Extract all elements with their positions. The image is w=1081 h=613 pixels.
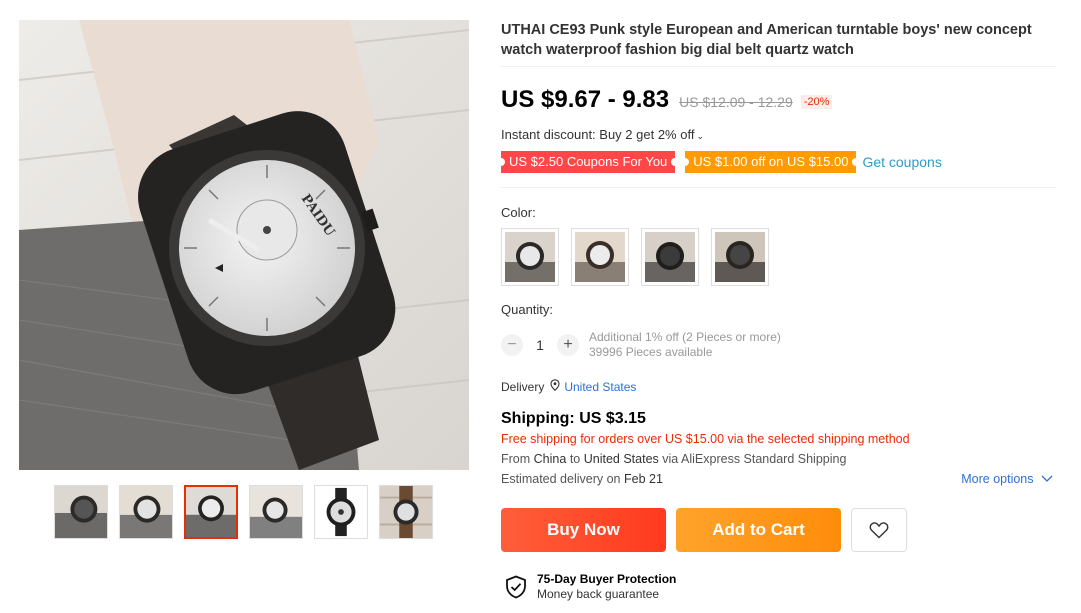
quantity-label: Quantity: <box>501 302 554 317</box>
instant-discount-label: Instant discount: Buy 2 get 2% off <box>501 127 695 142</box>
delivery-label: Delivery <box>501 379 545 394</box>
color-swatch-3[interactable] <box>641 228 699 286</box>
color-swatch-2[interactable] <box>571 228 629 286</box>
protection-subtitle: Money back guarantee <box>537 587 660 601</box>
current-price: US $9.67 - 9.83 <box>501 86 670 113</box>
heart-icon <box>869 522 889 539</box>
est-prefix: Estimated delivery on <box>501 472 621 486</box>
divider <box>501 66 1056 67</box>
to-word: to <box>569 452 581 466</box>
protection-title: 75-Day Buyer Protection <box>537 572 677 586</box>
watch-on-wrist-photo: PAIDU <box>19 20 469 470</box>
quantity-input[interactable]: 1 <box>523 337 557 353</box>
product-title: UTHAI CE93 Punk style European and Ameri… <box>501 22 1032 58</box>
quantity-increase-button[interactable]: + <box>557 334 579 356</box>
shield-check-icon <box>506 575 526 599</box>
estimated-delivery: Estimated delivery on Feb 21 <box>501 472 663 486</box>
get-coupons-link[interactable]: Get coupons <box>862 154 941 170</box>
est-date: Feb 21 <box>624 472 663 486</box>
quantity-info: Additional 1% off (2 Pieces or more) 399… <box>589 330 781 360</box>
discount-badge: -20% <box>800 95 833 109</box>
bulk-discount-note: Additional 1% off (2 Pieces or more) <box>589 330 781 344</box>
delivery-row: Delivery United States <box>501 379 636 394</box>
add-to-cart-button[interactable]: Add to Cart <box>676 508 841 552</box>
location-pin-icon <box>550 379 560 394</box>
color-swatch-1[interactable] <box>501 228 559 286</box>
chevron-down-icon <box>1041 475 1053 482</box>
quantity-decrease-button[interactable]: − <box>501 334 523 356</box>
to-country: United States <box>583 452 659 466</box>
main-product-image[interactable]: PAIDU <box>19 20 469 470</box>
more-shipping-options-link[interactable]: More options <box>961 472 1053 486</box>
coupon-row: US $2.50 Coupons For You US $1.00 off on… <box>496 151 942 173</box>
buyer-protection: 75-Day Buyer Protection Money back guara… <box>505 572 676 602</box>
thumbnail-4[interactable] <box>249 485 303 539</box>
thumbnail-5[interactable] <box>314 485 368 539</box>
thumbnail-1[interactable] <box>54 485 108 539</box>
shipping-route: From China to United States via AliExpre… <box>501 452 846 466</box>
chevron-down-icon: ⌄ <box>696 131 704 141</box>
color-swatches <box>501 228 769 286</box>
wishlist-button[interactable] <box>851 508 907 552</box>
free-shipping-note: Free shipping for orders over US $15.00 … <box>501 432 910 446</box>
more-options-label: More options <box>961 472 1034 486</box>
coupon-select[interactable]: US $1.00 off on US $15.00 <box>681 151 861 173</box>
thumbnail-3-selected[interactable] <box>184 485 238 539</box>
price-row: US $9.67 - 9.83 US $12.09 - 12.29 -20% <box>501 86 833 114</box>
shipping-method: via AliExpress Standard Shipping <box>662 452 847 466</box>
instant-discount[interactable]: Instant discount: Buy 2 get 2% off ⌄ <box>501 127 704 142</box>
thumbnail-2[interactable] <box>119 485 173 539</box>
coupon-store[interactable]: US $2.50 Coupons For You <box>496 151 680 173</box>
thumbnail-strip <box>54 485 433 539</box>
original-price: US $12.09 - 12.29 <box>679 94 793 110</box>
divider <box>501 187 1056 188</box>
from-prefix: From <box>501 452 531 466</box>
delivery-country-link[interactable]: United States <box>564 380 636 394</box>
stock-available: 39996 Pieces available <box>589 345 713 359</box>
from-country: China <box>533 452 567 466</box>
color-swatch-4[interactable] <box>711 228 769 286</box>
color-label: Color: <box>501 205 536 220</box>
buy-now-button[interactable]: Buy Now <box>501 508 666 552</box>
thumbnail-6[interactable] <box>379 485 433 539</box>
quantity-stepper: − 1 + Additional 1% off (2 Pieces or mor… <box>501 330 781 360</box>
shipping-cost: Shipping: US $3.15 <box>501 410 646 427</box>
